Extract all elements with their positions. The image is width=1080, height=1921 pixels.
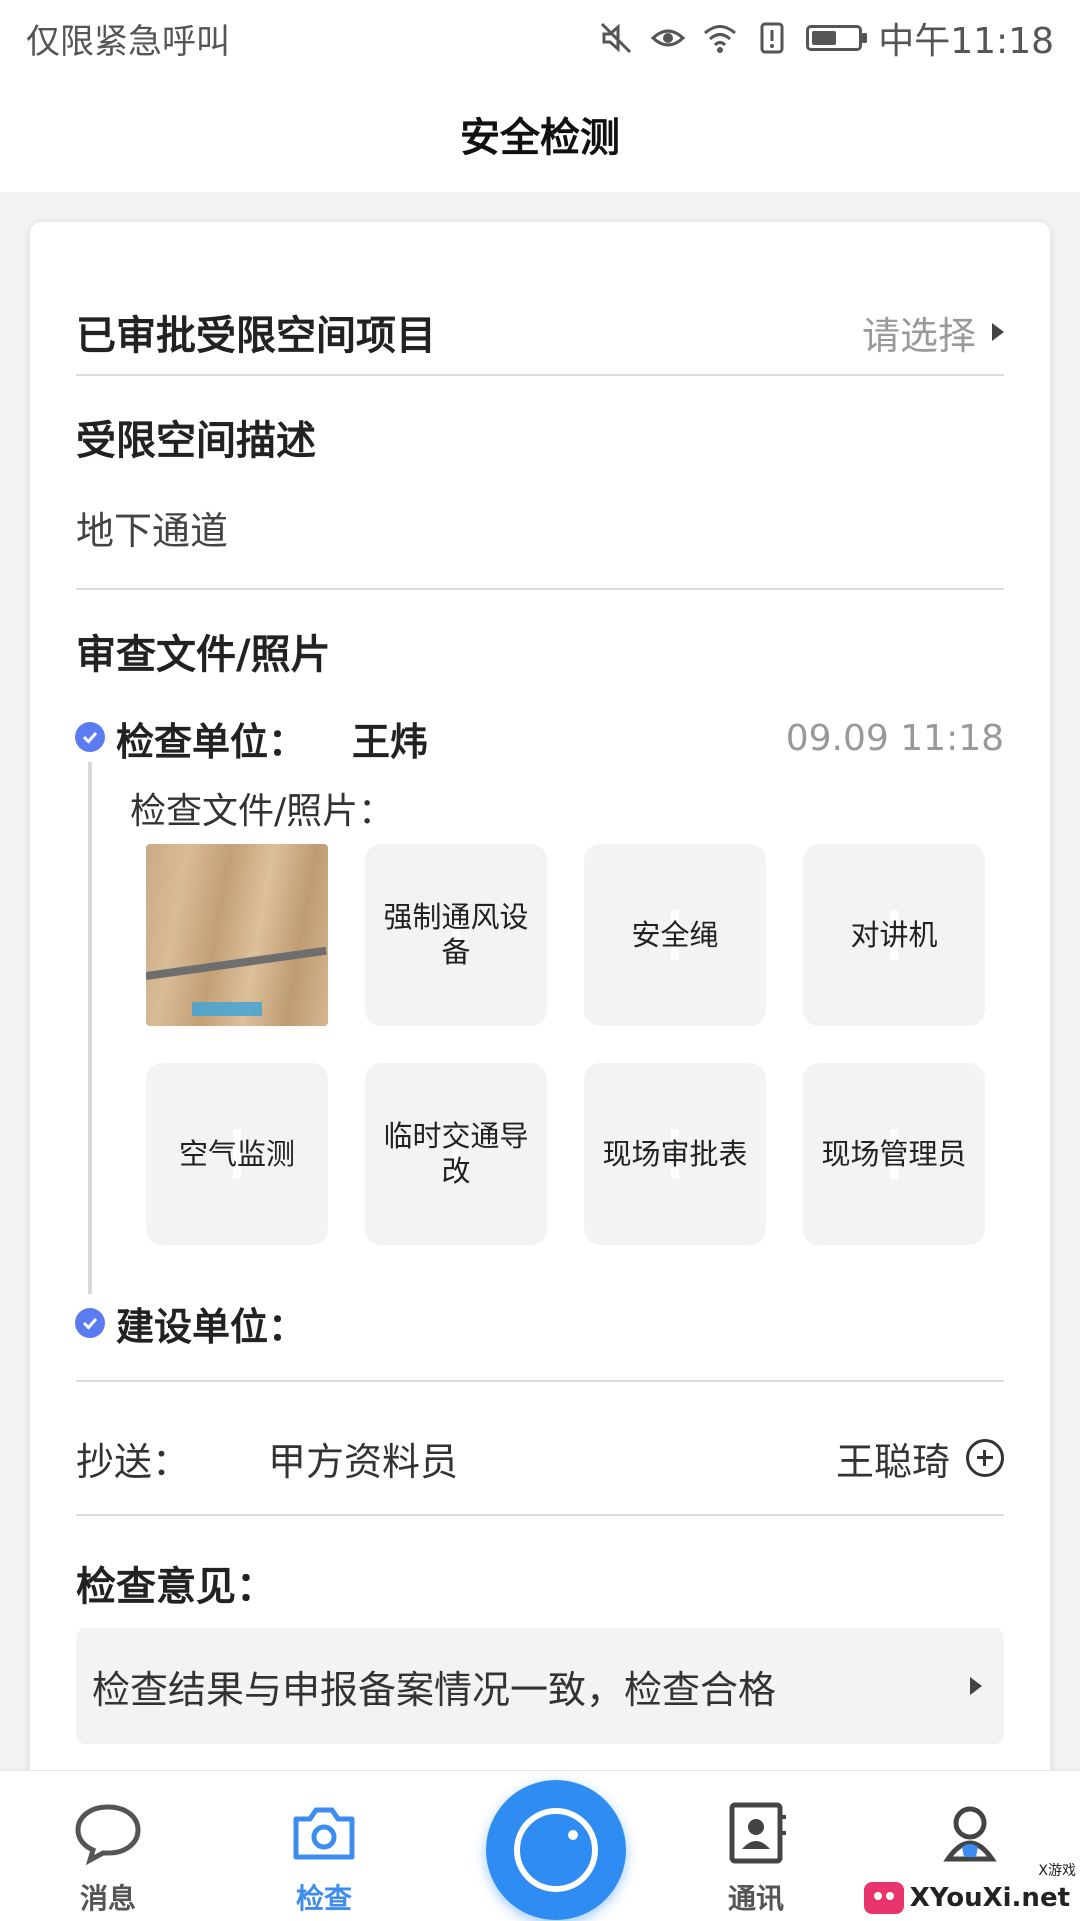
file-tile-label: 临时交通导改 [383,1119,529,1188]
file-tile-label: 空气监测 [178,1136,295,1171]
file-tile-label: 现场审批表 [602,1136,748,1171]
file-tile-label: 对讲机 [850,917,938,952]
check-circle-icon [75,1308,105,1338]
message-icon [75,1804,141,1866]
file-tile-label: 强制通风设备 [383,900,529,969]
form-card: 已审批受限空间项目 请选择 受限空间描述 地下通道 审查文件/照片 检查单位： … [30,222,1050,1792]
timeline-line [88,762,92,1294]
project-label: 已审批受限空间项目 [76,313,436,359]
opinion-label: 检查意见： [76,1564,276,1610]
tab-contacts[interactable]: 通讯 [676,1797,836,1917]
cc-label: 抄送： [76,1439,191,1484]
file-tile[interactable]: 空气监测 [146,1063,328,1245]
file-tile-label: 安全绳 [631,917,719,952]
inspection-files-label: 检查文件/照片： [130,791,395,832]
description-value[interactable]: 地下通道 [76,500,1004,555]
file-tile[interactable]: 强制通风设备 [365,844,547,1026]
cc-role: 甲方资料员 [268,1439,459,1484]
divider [76,1380,1004,1382]
scan-button-icon [514,1808,598,1892]
cc-person: 王聪琦 [835,1439,950,1484]
photo-thumbnail[interactable] [146,844,328,1026]
watermark: XYouXi.net [863,1882,1070,1914]
divider [76,374,1004,376]
status-bar: 仅限紧急呼叫 中午11:18 [0,0,1080,76]
project-placeholder: 请选择 [861,313,976,358]
file-tile-label: 现场管理员 [821,1136,967,1171]
photo-stamp [192,1002,262,1016]
photo-content [146,946,327,980]
wifi-icon [704,25,737,53]
inspection-unit-row: 检查单位： 王炜 09.09 11:18 [76,708,1004,768]
contacts-icon [729,1802,786,1864]
file-tile[interactable]: 现场管理员 [803,1063,985,1245]
watermark-small-text: X游戏 [1038,1863,1076,1879]
check-circle-icon [75,722,105,752]
tab-inspection[interactable]: 检查 [244,1797,404,1917]
watermark-logo-icon [863,1882,904,1914]
divider [76,588,1004,590]
file-tile[interactable]: 安全绳 [584,844,766,1026]
file-tile[interactable]: 对讲机 [803,844,985,1026]
emergency-call-text: 仅限紧急呼叫 [26,21,230,62]
tab-label: 检查 [295,1882,352,1915]
status-icons: 中午11:18 [598,12,1054,64]
watermark-text: XYouXi.net [909,1883,1070,1913]
inspection-unit-time: 09.09 11:18 [785,717,1004,759]
status-time: 中午11:18 [878,21,1054,62]
description-label: 受限空间描述 [76,418,316,464]
mute-icon [601,22,632,54]
eye-icon [651,29,686,47]
file-tile[interactable]: 现场审批表 [584,1063,766,1245]
inspection-unit-person: 王炜 [352,719,429,764]
page-title: 安全检测 [0,76,1080,192]
tab-profile[interactable] [890,1797,1050,1869]
tab-label: 通讯 [727,1882,784,1915]
tab-label: 消息 [79,1882,136,1915]
profile-icon [943,1806,997,1862]
sim-alert-icon [760,22,784,54]
chevron-right-icon [992,323,1004,341]
battery-icon [806,25,868,51]
project-select-row[interactable]: 已审批受限空间项目 请选择 [76,292,1004,372]
construction-unit-label: 建设单位： [116,1304,307,1349]
divider [76,1514,1004,1516]
construction-unit-row: 建设单位： [76,1298,1004,1349]
battery-level [812,31,837,45]
opinion-select[interactable]: 检查结果与申报备案情况一致，检查合格 [76,1628,1004,1744]
file-tile[interactable]: 临时交通导改 [365,1063,547,1245]
tab-messages[interactable]: 消息 [28,1797,188,1917]
files-section-title: 审查文件/照片 [76,632,331,678]
chevron-right-icon [970,1677,982,1695]
inspection-unit-label: 检查单位： [116,719,307,764]
opinion-value: 检查结果与申报备案情况一致，检查合格 [92,1667,777,1712]
add-circle-icon[interactable] [966,1439,1004,1477]
project-select[interactable]: 请选择 [862,305,1004,360]
cc-row: 抄送： 甲方资料员 王聪琦 [76,1428,1004,1488]
camera-icon [293,1807,355,1860]
scan-button[interactable] [486,1780,626,1920]
